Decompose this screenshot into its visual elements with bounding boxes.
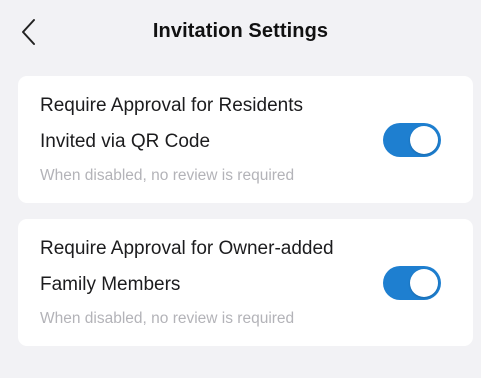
toggle-knob [410, 126, 438, 154]
setting-title-line2: Invited via QR Code [40, 131, 211, 152]
setting-description: When disabled, no review is required [40, 167, 295, 184]
toggle-knob [410, 269, 438, 297]
page-title: Invitation Settings [152, 20, 329, 42]
setting-description: When disabled, no review is required [40, 310, 295, 327]
qr-approval-toggle[interactable] [383, 123, 441, 157]
setting-title-line1: Require Approval for Residents [40, 95, 303, 116]
setting-title-line1: Require Approval for Owner-added [40, 238, 334, 259]
setting-card-family-approval: Require Approval for Owner-added Family … [18, 219, 473, 346]
setting-title-line2: Family Members [40, 274, 181, 295]
family-approval-toggle[interactable] [383, 266, 441, 300]
nav-bar: Invitation Settings [0, 0, 481, 66]
setting-card-qr-approval: Require Approval for Residents Invited v… [18, 76, 473, 203]
